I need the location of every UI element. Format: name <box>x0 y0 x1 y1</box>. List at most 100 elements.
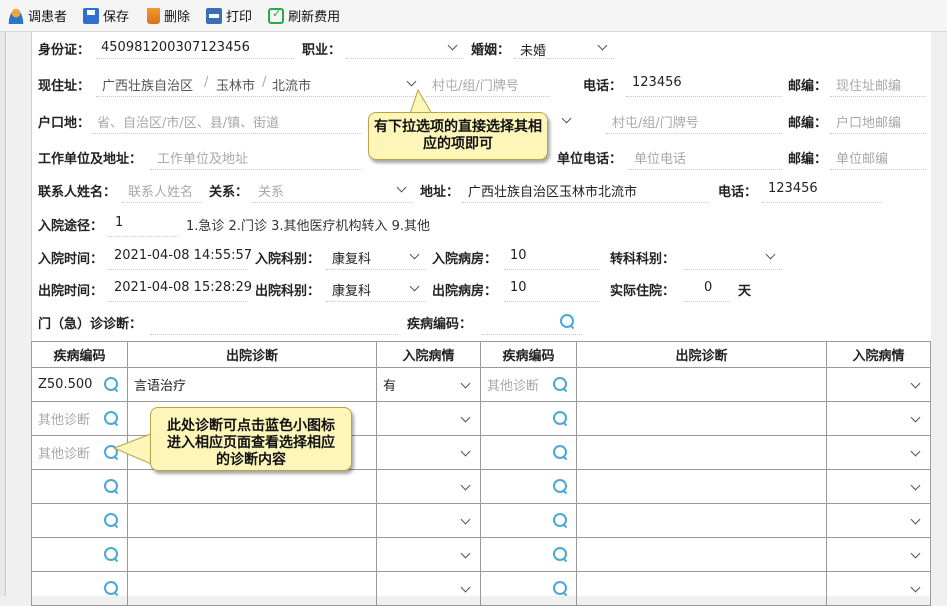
code-cell-left[interactable]: Z50.500 <box>31 367 128 402</box>
route-field[interactable]: 1 <box>115 215 123 230</box>
load-patient-button[interactable]: 调患者 <box>8 4 67 28</box>
hukou-region-select[interactable]: 省、自治区/市/区、县/镇、街道 <box>97 112 279 131</box>
chevron-down-icon[interactable] <box>461 414 470 423</box>
condition-cell-left[interactable]: 有 <box>376 367 481 402</box>
hukou-postcode-input[interactable]: 户口地邮编 <box>836 112 901 131</box>
contact-phone-field[interactable]: 123456 <box>768 181 818 196</box>
chevron-down-icon[interactable] <box>911 584 920 593</box>
diagnosis-cell-right[interactable] <box>576 503 827 538</box>
condition-cell-left[interactable] <box>376 571 481 606</box>
diagnosis-search-icon[interactable] <box>553 547 568 562</box>
cur-addr-city[interactable]: 玉林市 <box>216 75 255 94</box>
condition-cell-right[interactable] <box>826 367 931 402</box>
code-cell-right[interactable] <box>480 537 577 572</box>
condition-cell-left[interactable] <box>376 401 481 436</box>
code-cell-left[interactable] <box>31 469 128 504</box>
condition-cell-right[interactable] <box>826 571 931 606</box>
delete-button[interactable]: 删除 <box>145 4 190 28</box>
diagnosis-search-icon[interactable] <box>104 479 119 494</box>
chevron-down-icon[interactable] <box>911 482 920 491</box>
diagnosis-cell-left[interactable] <box>127 469 377 504</box>
chevron-down-icon[interactable] <box>911 448 920 457</box>
diagnosis-search-icon[interactable] <box>104 513 119 528</box>
cur-village-input[interactable]: 村屯/组/门牌号 <box>432 75 519 94</box>
discharge-dept-select[interactable]: 康复科 <box>332 280 371 299</box>
diagnosis-cell-left[interactable]: 言语治疗 <box>127 367 377 402</box>
code-cell-right[interactable] <box>480 469 577 504</box>
marriage-chevron-down-icon[interactable] <box>598 42 607 51</box>
chevron-down-icon[interactable] <box>911 380 920 389</box>
work-postcode-input[interactable]: 单位邮编 <box>836 148 888 167</box>
chevron-down-icon[interactable] <box>911 414 920 423</box>
chevron-down-icon[interactable] <box>461 550 470 559</box>
code-cell-right[interactable] <box>480 503 577 538</box>
cur-postcode-input[interactable]: 现住址邮编 <box>836 75 901 94</box>
diagnosis-search-icon[interactable] <box>553 513 568 528</box>
chevron-down-icon[interactable] <box>911 516 920 525</box>
work-phone-input[interactable]: 单位电话 <box>634 148 686 167</box>
code-cell-right[interactable]: 其他诊断 <box>480 367 577 402</box>
diagnosis-cell-left[interactable] <box>127 503 377 538</box>
hukou-village-input[interactable]: 村屯/组/门牌号 <box>612 112 699 131</box>
diagnosis-search-icon[interactable] <box>553 377 568 392</box>
refresh-fee-button[interactable]: 刷新费用 <box>268 4 340 28</box>
code-cell-left[interactable] <box>31 537 128 572</box>
diagnosis-cell-right[interactable] <box>576 469 827 504</box>
diagnosis-search-icon[interactable] <box>104 377 119 392</box>
chevron-down-icon[interactable] <box>461 448 470 457</box>
diagnosis-search-icon[interactable] <box>104 581 119 596</box>
condition-cell-left[interactable] <box>376 469 481 504</box>
chevron-down-icon[interactable] <box>461 380 470 389</box>
discharge-dept-chevron-down-icon[interactable] <box>410 283 419 292</box>
hukou-chevron-down-icon[interactable] <box>562 115 571 124</box>
cur-addr-county[interactable]: 北流市 <box>272 75 311 94</box>
diagnosis-cell-left[interactable] <box>127 571 377 606</box>
condition-cell-left[interactable] <box>376 537 481 572</box>
code-cell-right[interactable] <box>480 571 577 606</box>
condition-cell-left[interactable] <box>376 435 481 470</box>
diagnosis-search-icon[interactable] <box>553 445 568 460</box>
admit-dept-chevron-down-icon[interactable] <box>410 251 419 260</box>
diagnosis-cell-right[interactable] <box>576 367 827 402</box>
transfer-chevron-down-icon[interactable] <box>766 251 775 260</box>
code-cell-right[interactable] <box>480 401 577 436</box>
disease-code-search-icon[interactable] <box>560 314 575 329</box>
diagnosis-search-icon[interactable] <box>553 581 568 596</box>
diagnosis-search-icon[interactable] <box>104 411 119 426</box>
condition-cell-right[interactable] <box>826 537 931 572</box>
cur-addr-province[interactable]: 广西壮族自治区 <box>102 75 193 94</box>
diagnosis-cell-right[interactable] <box>576 537 827 572</box>
chevron-down-icon[interactable] <box>461 584 470 593</box>
contact-addr-field[interactable]: 广西壮族自治区玉林市北流市 <box>468 181 637 200</box>
work-input[interactable]: 工作单位及地址 <box>157 148 248 167</box>
diagnosis-search-icon[interactable] <box>104 547 119 562</box>
diagnosis-search-icon[interactable] <box>553 479 568 494</box>
contact-name-input[interactable]: 联系人姓名 <box>128 181 193 200</box>
admit-time-field[interactable]: 2021-04-08 14:55:57 <box>114 248 252 263</box>
print-button[interactable]: 打印 <box>206 4 252 28</box>
discharge-time-field[interactable]: 2021-04-08 15:28:29 <box>114 280 252 295</box>
save-button[interactable]: 保存 <box>83 4 129 28</box>
condition-cell-right[interactable] <box>826 469 931 504</box>
code-cell-left[interactable] <box>31 503 128 538</box>
chevron-down-icon[interactable] <box>461 516 470 525</box>
admit-dept-select[interactable]: 康复科 <box>332 248 371 267</box>
actual-days-field[interactable]: 0 <box>704 280 712 295</box>
condition-cell-left[interactable] <box>376 503 481 538</box>
code-cell-left[interactable] <box>31 571 128 606</box>
condition-cell-right[interactable] <box>826 435 931 470</box>
diagnosis-cell-right[interactable] <box>576 401 827 436</box>
chevron-down-icon[interactable] <box>911 550 920 559</box>
relation-select[interactable]: 关系 <box>258 181 284 200</box>
condition-cell-right[interactable] <box>826 503 931 538</box>
diagnosis-cell-right[interactable] <box>576 435 827 470</box>
diagnosis-cell-left[interactable] <box>127 537 377 572</box>
phone-field[interactable]: 123456 <box>632 75 682 90</box>
code-cell-right[interactable] <box>480 435 577 470</box>
chevron-down-icon[interactable] <box>461 482 470 491</box>
relation-chevron-down-icon[interactable] <box>397 184 406 193</box>
diagnosis-cell-right[interactable] <box>576 571 827 606</box>
discharge-ward-field[interactable]: 10 <box>510 280 527 295</box>
job-dropdown-chevron-down-icon[interactable] <box>448 42 457 51</box>
admit-ward-field[interactable]: 10 <box>510 248 527 263</box>
